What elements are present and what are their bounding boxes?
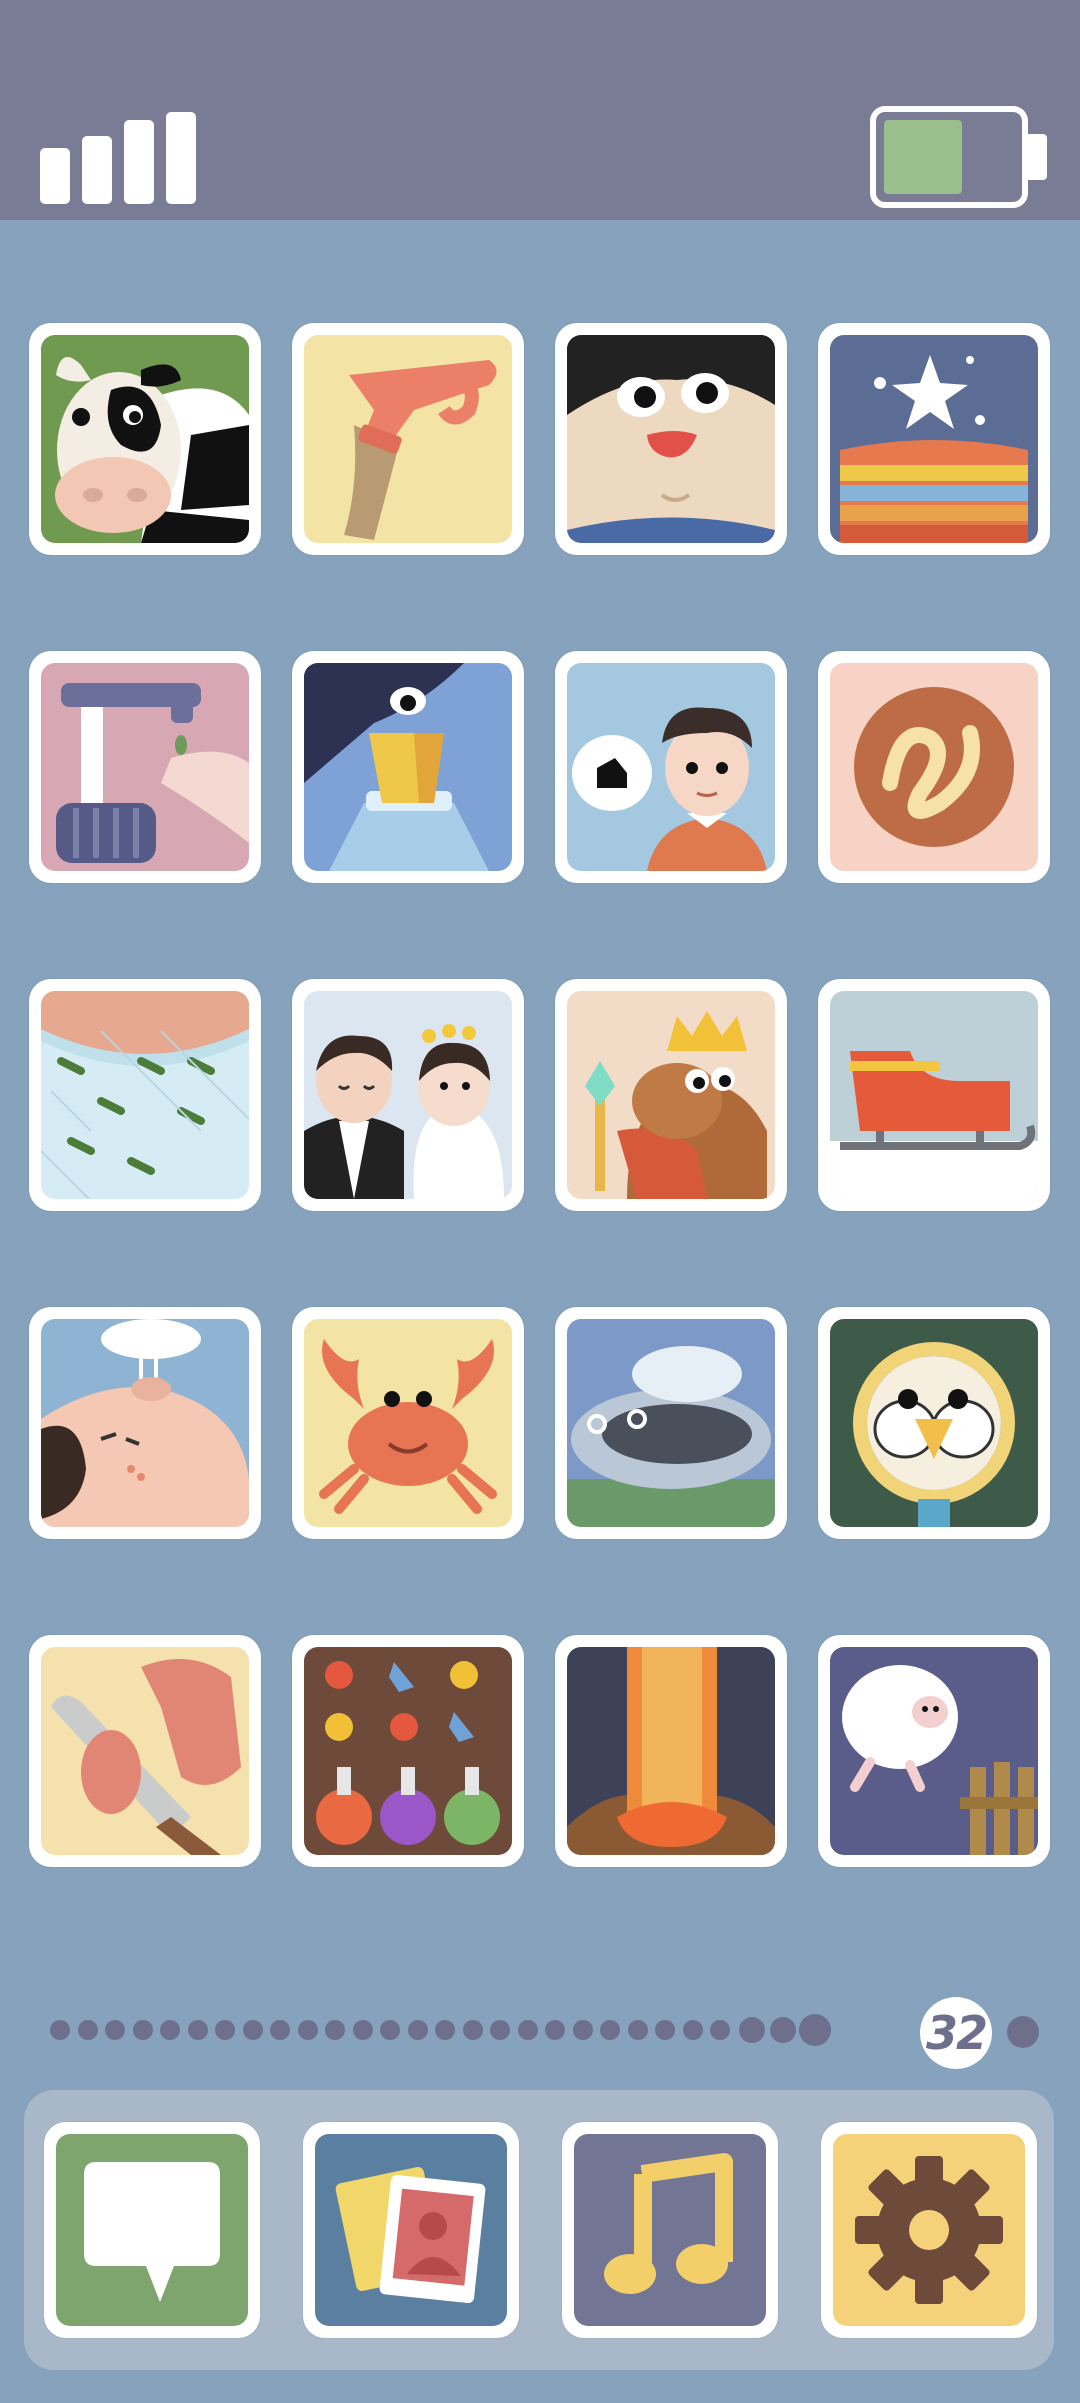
level-tile-face[interactable] — [555, 323, 787, 555]
page-dot[interactable] — [270, 2020, 290, 2040]
status-bar — [0, 0, 1080, 220]
crab-icon — [304, 1319, 512, 1527]
current-level-badge[interactable]: 32 — [920, 1997, 992, 2069]
sweater-icon — [41, 991, 249, 1199]
page-dot[interactable] — [325, 2020, 345, 2040]
page-dot[interactable] — [738, 2017, 765, 2043]
dock-app-messages[interactable] — [44, 2122, 260, 2338]
page-dot[interactable] — [407, 2020, 428, 2040]
level-tile-cake[interactable] — [818, 323, 1050, 555]
boy-speech-icon — [567, 663, 775, 871]
page-dot[interactable] — [600, 2020, 620, 2040]
page-dots — [0, 1990, 1080, 2070]
knife-hand-icon — [41, 1647, 249, 1855]
battery-fill — [884, 120, 962, 194]
hot-pan-icon — [567, 1319, 775, 1527]
sneezing-nose-icon — [41, 1319, 249, 1527]
level-tile-king-dog[interactable] — [555, 979, 787, 1211]
flower-potions-icon — [304, 1647, 512, 1855]
dock — [24, 2090, 1054, 2370]
next-page-dot[interactable] — [1007, 2016, 1039, 2048]
page-dot[interactable] — [770, 2017, 796, 2043]
level-tile-waterfall[interactable] — [555, 1635, 787, 1867]
level-tile-sled[interactable] — [818, 979, 1050, 1211]
battery-icon — [870, 106, 1047, 208]
level-tile-sneeze[interactable] — [29, 1307, 261, 1539]
level-tile-knife[interactable] — [29, 1635, 261, 1867]
waterfall-icon — [567, 1647, 775, 1855]
page-dot[interactable] — [545, 2020, 565, 2040]
level-tile-toy-gun[interactable] — [292, 323, 524, 555]
page-dot[interactable] — [655, 2020, 675, 2040]
toy-gun-icon — [304, 335, 512, 543]
page-dot[interactable] — [215, 2020, 235, 2040]
level-tile-boy[interactable] — [555, 651, 787, 883]
page-dot[interactable] — [710, 2020, 730, 2040]
page-dot[interactable] — [517, 2020, 538, 2040]
cookie-icon — [830, 663, 1038, 871]
page-dot[interactable] — [682, 2020, 703, 2040]
page-dot[interactable] — [352, 2020, 373, 2040]
dock-app-settings[interactable] — [821, 2122, 1037, 2338]
page-dot[interactable] — [50, 2020, 70, 2040]
page-dot[interactable] — [490, 2020, 510, 2040]
level-tile-cow[interactable] — [29, 323, 261, 555]
face-icon — [567, 335, 775, 543]
level-tile-sheep[interactable] — [818, 1635, 1050, 1867]
photos-icon — [315, 2134, 507, 2326]
page-dot[interactable] — [380, 2020, 400, 2040]
page-dot[interactable] — [77, 2020, 98, 2040]
page-dot[interactable] — [798, 2014, 831, 2046]
soap-dispenser-icon — [41, 663, 249, 871]
page-dot[interactable] — [297, 2020, 318, 2040]
cow-icon — [41, 335, 249, 543]
page-dot[interactable] — [132, 2020, 153, 2040]
sheep-fence-icon — [830, 1647, 1038, 1855]
page-dot[interactable] — [105, 2020, 125, 2040]
signal-bars-icon — [40, 112, 196, 204]
music-note-icon — [574, 2134, 766, 2326]
dock-app-music[interactable] — [562, 2122, 778, 2338]
level-tile-bottle[interactable] — [292, 651, 524, 883]
page-dot[interactable] — [462, 2020, 483, 2040]
page-dot[interactable] — [187, 2020, 208, 2040]
level-tile-pan[interactable] — [555, 1307, 787, 1539]
page-dot[interactable] — [435, 2020, 455, 2040]
level-tile-crab[interactable] — [292, 1307, 524, 1539]
level-pagination — [0, 1990, 1080, 2070]
king-dog-icon — [567, 991, 775, 1199]
sled-icon — [830, 991, 1038, 1199]
dock-app-photos[interactable] — [303, 2122, 519, 2338]
wedding-couple-icon — [304, 991, 512, 1199]
page-dot[interactable] — [242, 2020, 263, 2040]
page-dot[interactable] — [160, 2020, 180, 2040]
chat-bubble-icon — [56, 2134, 248, 2326]
page-dot[interactable] — [572, 2020, 593, 2040]
settings-gear-icon — [833, 2134, 1025, 2326]
page-dot[interactable] — [627, 2020, 648, 2040]
level-tile-sweater[interactable] — [29, 979, 261, 1211]
level-tile-cookie[interactable] — [818, 651, 1050, 883]
level-tile-owl[interactable] — [818, 1307, 1050, 1539]
owl-magnifier-icon — [830, 1319, 1038, 1527]
birthday-cake-icon — [830, 335, 1038, 543]
level-tile-soap[interactable] — [29, 651, 261, 883]
level-tile-potions[interactable] — [292, 1635, 524, 1867]
level-tile-wedding[interactable] — [292, 979, 524, 1211]
juice-bottle-icon — [304, 663, 512, 871]
